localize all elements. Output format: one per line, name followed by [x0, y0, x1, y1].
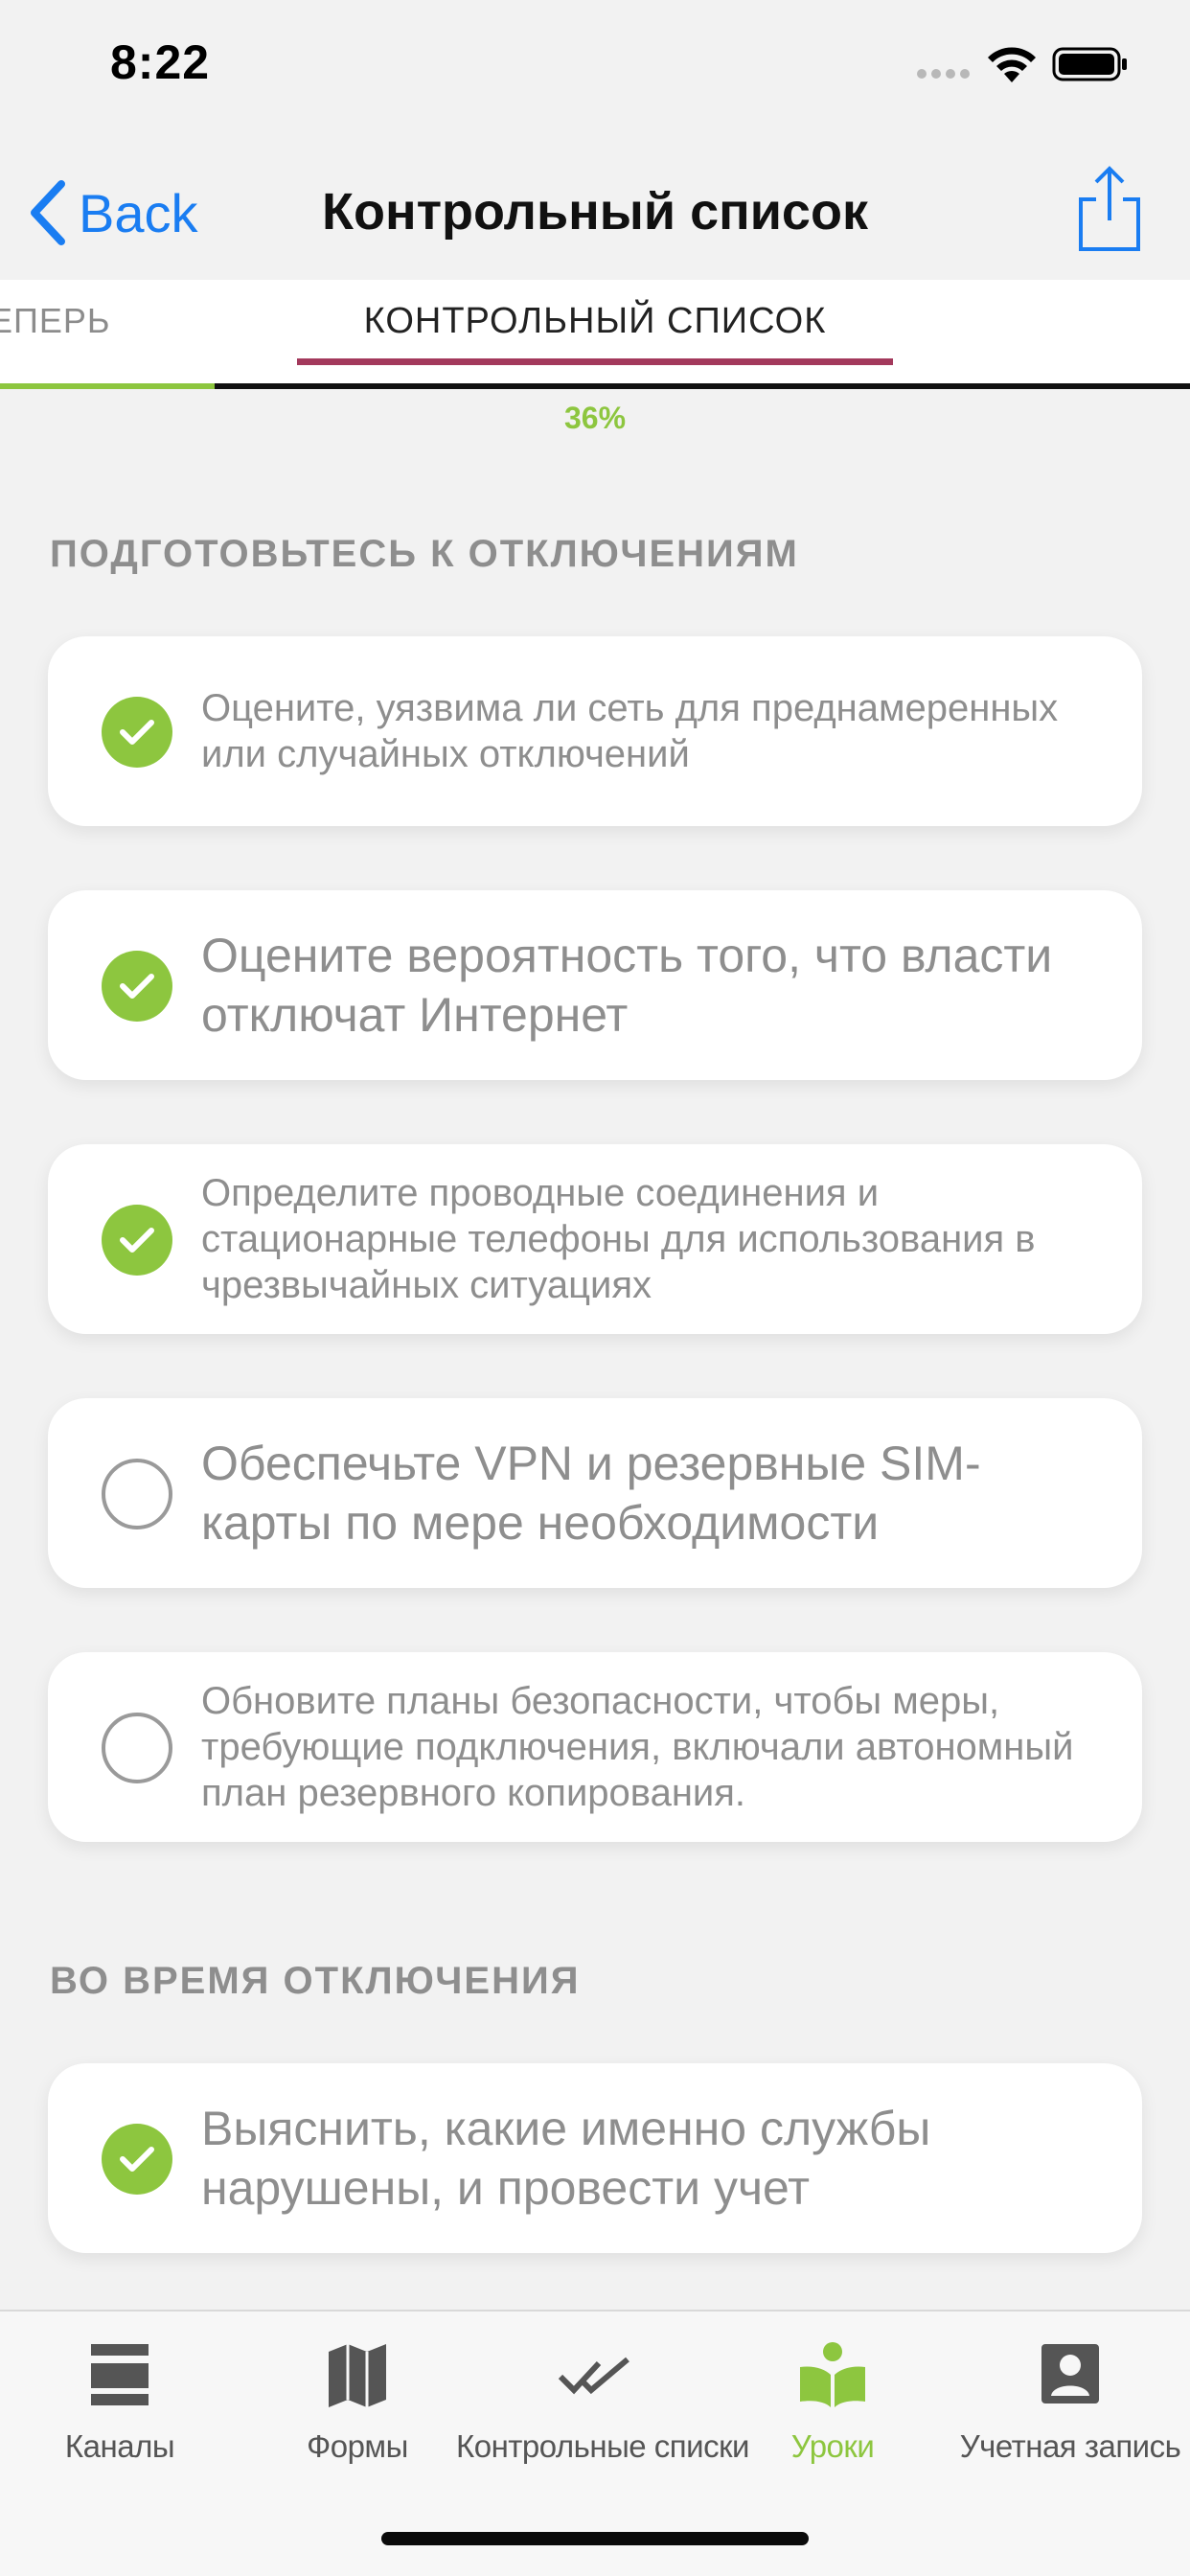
progress-bar-fill: [0, 383, 215, 389]
double-check-icon: [558, 2357, 629, 2395]
status-time: 8:22: [110, 35, 211, 89]
checklist-item[interactable]: Оцените, уязвима ли сеть для преднамерен…: [48, 636, 1142, 826]
battery-icon: [1052, 47, 1127, 81]
navigation-bar: Back Контрольный список: [0, 134, 1190, 280]
checked-icon[interactable]: [102, 697, 172, 768]
share-icon[interactable]: [1073, 163, 1146, 255]
cellular-signal-icon: [917, 69, 971, 79]
active-tab-underline: [297, 358, 893, 365]
checklist-item[interactable]: Обеспечьте VPN и резервные SIM-карты по …: [48, 1398, 1142, 1588]
checklist-item-text: Обновите планы безопасности, чтобы меры,…: [201, 1680, 1074, 1814]
progress-percent: 36%: [563, 401, 627, 435]
tab-bar-label: Уроки: [790, 2428, 875, 2464]
home-indicator[interactable]: [381, 2532, 809, 2545]
lesson-book-icon: [800, 2342, 865, 2407]
checked-icon[interactable]: [102, 1205, 172, 1276]
segment-tabs: ТЕПЕРЬ КОНТРОЛЬНЫЙ СПИСОК: [0, 280, 1190, 387]
tab-bar-item-feeds[interactable]: Каналы: [0, 2312, 240, 2503]
checklist-item-text: Оцените, уязвима ли сеть для преднамерен…: [201, 687, 1059, 775]
tab-previous[interactable]: ТЕПЕРЬ: [0, 301, 125, 341]
tab-checklist[interactable]: КОНТРОЛЬНЫЙ СПИСОК: [297, 301, 893, 342]
checklist-item[interactable]: Выяснить, какие именно службы нарушены, …: [48, 2063, 1142, 2253]
tab-bar-label: Контрольные списки: [456, 2428, 749, 2464]
feeds-icon: [91, 2344, 149, 2405]
progress-bar: [0, 383, 1190, 389]
map-icon: [329, 2344, 386, 2407]
tab-bar-item-lessons[interactable]: Уроки: [713, 2312, 952, 2503]
status-bar: 8:22: [0, 0, 1190, 134]
tab-bar-label: Учетная запись: [959, 2428, 1181, 2464]
checklist-item[interactable]: Оцените вероятность того, что власти отк…: [48, 890, 1142, 1080]
page-title: Контрольный список: [322, 183, 868, 241]
tab-bar-label: Формы: [307, 2428, 408, 2464]
section-title: ВО ВРЕМЯ ОТКЛЮЧЕНИЯ: [50, 1960, 581, 2002]
wifi-icon: [988, 47, 1036, 82]
tab-bar-item-forms[interactable]: Формы: [238, 2312, 477, 2503]
unchecked-circle-icon[interactable]: [102, 1459, 172, 1530]
checked-icon[interactable]: [102, 2124, 172, 2195]
unchecked-circle-icon[interactable]: [102, 1713, 172, 1783]
checklist-item[interactable]: Определите проводные соединения и стацио…: [48, 1144, 1142, 1334]
tab-bar-item-checklists[interactable]: Контрольные списки: [456, 2312, 749, 2503]
checklist-item[interactable]: Обновите планы безопасности, чтобы меры,…: [48, 1652, 1142, 1842]
section-title: ПОДГОТОВЬТЕСЬ К ОТКЛЮЧЕНИЯМ: [50, 533, 799, 575]
checklist-item-text: Выяснить, какие именно службы нарушены, …: [201, 2102, 931, 2215]
checked-icon[interactable]: [102, 951, 172, 1022]
checklist-item-text: Определите проводные соединения и стацио…: [201, 1172, 1036, 1306]
checklist-item-text: Обеспечьте VPN и резервные SIM-карты по …: [201, 1437, 981, 1550]
account-icon: [1041, 2344, 1099, 2404]
tab-bar-item-account[interactable]: Учетная запись: [950, 2312, 1190, 2503]
checklist-item-text: Оцените вероятность того, что власти отк…: [201, 929, 1053, 1042]
